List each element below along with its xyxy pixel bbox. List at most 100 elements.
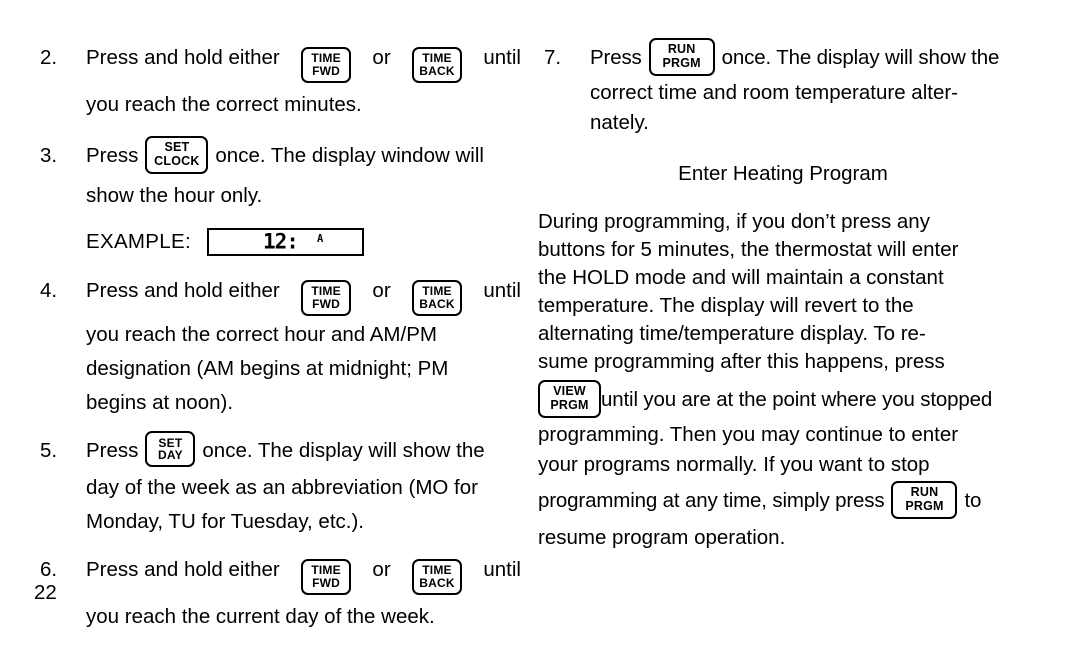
time-fwd-key-line2: FWD <box>312 575 341 590</box>
step-4-text-pre: Press and hold either <box>86 278 280 302</box>
time-fwd-key[interactable]: TIME FWD <box>301 279 352 316</box>
step-5-text-pre: Press <box>86 438 139 462</box>
step-4-line-1: Press and hold either TIME FWD or TIME B… <box>86 271 521 318</box>
step-7-number: 7. <box>544 46 562 69</box>
time-back-key-line2: BACK <box>419 63 455 78</box>
run-prgm-key-line2: PRGM <box>905 498 944 513</box>
step-6-text-pre: Press and hold either <box>86 557 280 581</box>
left-column: 2. Press and hold either TIME FWD or TIM… <box>34 38 521 648</box>
right-column: 7. Press RUN PRGM once. The display will… <box>538 37 1028 554</box>
step-6-text-mid: or <box>372 557 391 581</box>
run-prgm-key-line1: RUN <box>667 42 696 57</box>
step-3-text-post: once. The display window will <box>215 143 484 167</box>
set-clock-key-line1: SET <box>164 140 190 155</box>
step-4-text-mid: or <box>372 278 391 302</box>
step-5-line-3: Monday, TU for Tuesday, etc.). <box>86 509 365 533</box>
paragraph-line-4: temperature. The display will revert to … <box>538 294 914 317</box>
paragraph-line-6: sume programming after this happens, pre… <box>538 350 945 373</box>
run-prgm-key-line1: RUN <box>910 485 939 500</box>
set-clock-key[interactable]: SET CLOCK <box>145 135 209 174</box>
section-heading: Enter Heating Program <box>678 162 888 185</box>
page-number: 22 <box>34 581 57 604</box>
step-7-line-3: nately. <box>590 111 649 134</box>
time-back-key-line1: TIME <box>422 562 452 577</box>
step-6: 6. Press and hold either TIME FWD or TIM… <box>34 550 521 637</box>
step-7-text-post: once. The display will show the <box>721 46 1000 69</box>
time-fwd-key-line1: TIME <box>311 562 341 577</box>
time-fwd-key[interactable]: TIME FWD <box>301 46 352 83</box>
time-fwd-key-line1: TIME <box>311 51 341 65</box>
step-3-number: 3. <box>40 143 58 167</box>
programming-paragraph: During programming, if you don’t press a… <box>538 208 1028 376</box>
step-5-text-post: once. The display will show the <box>202 438 485 462</box>
step-7-body: Press RUN PRGM once. The display will sh… <box>590 37 1028 138</box>
step-4-body: Press and hold either TIME FWD or TIME B… <box>86 271 521 420</box>
resume-line-5: resume program operation. <box>538 526 786 549</box>
run-prgm-key[interactable]: RUN PRGM <box>891 480 958 519</box>
time-fwd-key-line2: FWD <box>312 63 341 78</box>
resume-line-4-pre: programming at any time, simply press <box>538 489 885 512</box>
step-3-body: Press SET CLOCK once. The display window… <box>86 135 521 216</box>
time-back-key-line2: BACK <box>419 296 455 311</box>
step-6-body: Press and hold either TIME FWD or TIME B… <box>86 550 521 637</box>
step-4: 4. Press and hold either TIME FWD or TIM… <box>34 271 521 420</box>
step-2: 2. Press and hold either TIME FWD or TIM… <box>34 38 521 125</box>
step-2-number: 2. <box>40 46 58 69</box>
view-prgm-key-line1: VIEW <box>553 384 586 399</box>
step-5-number: 5. <box>40 438 58 462</box>
step-5-line-2: day of the week as an abbreviation (MO f… <box>86 475 478 499</box>
resume-line-1-text: until you are at the point where you sto… <box>601 388 993 411</box>
time-fwd-key[interactable]: TIME FWD <box>301 558 352 595</box>
run-prgm-key-line2: PRGM <box>662 55 701 70</box>
lcd-time-value: 12: <box>262 229 299 254</box>
manual-page: 2. Press and hold either TIME FWD or TIM… <box>0 0 1080 628</box>
paragraph-line-1: During programming, if you don’t press a… <box>538 210 930 233</box>
example-label: EXAMPLE: <box>86 229 191 253</box>
resume-line-4-post: to <box>964 489 982 512</box>
time-back-key-line1: TIME <box>422 283 452 298</box>
resume-line-4: programming at any time, simply press RU… <box>538 480 1028 522</box>
step-3-text-pre: Press <box>86 143 139 167</box>
step-4-text-post: until <box>483 278 521 302</box>
step-2-line-2: you reach the correct minutes. <box>86 92 362 116</box>
step-5-body: Press SET DAY once. The display will sho… <box>86 431 521 539</box>
paragraph-line-3: the HOLD mode and will maintain a consta… <box>538 266 944 289</box>
step-4-line-4: begins at noon). <box>86 390 234 414</box>
step-3-line-2: show the hour only. <box>86 183 263 207</box>
step-2-text-pre: Press and hold either <box>86 46 280 69</box>
run-prgm-key[interactable]: RUN PRGM <box>648 37 715 76</box>
step-3: 3. Press SET CLOCK once. The display win… <box>34 135 521 216</box>
example-row: EXAMPLE: 12: A <box>34 225 521 259</box>
time-back-key[interactable]: TIME BACK <box>412 279 462 316</box>
step-5: 5. Press SET DAY once. The display will … <box>34 431 521 539</box>
lcd-display-window: 12: A <box>206 227 364 256</box>
set-day-key[interactable]: SET DAY <box>145 431 196 468</box>
step-6-line-1: Press and hold either TIME FWD or TIME B… <box>86 550 521 597</box>
step-4-line-3: designation (AM begins at midnight; PM <box>86 356 449 380</box>
view-prgm-key-line2: PRGM <box>550 397 589 412</box>
set-clock-key-line2: CLOCK <box>154 153 200 168</box>
resume-line-3: your programs normally. If you want to s… <box>538 453 930 476</box>
lcd-ampm-indicator: A <box>316 232 324 245</box>
resume-line-2: programming. Then you may continue to en… <box>538 423 959 446</box>
step-7-text-pre: Press <box>590 46 642 69</box>
time-back-key-line1: TIME <box>422 51 452 65</box>
paragraph-line-2: buttons for 5 minutes, the thermostat wi… <box>538 238 959 261</box>
step-7-line-2: correct time and room temperature alter- <box>590 81 958 104</box>
resume-paragraph: VIEW PRGM until you are at the point whe… <box>538 379 1028 554</box>
time-back-key[interactable]: TIME BACK <box>412 46 462 83</box>
time-fwd-key-line1: TIME <box>311 283 341 298</box>
time-back-key[interactable]: TIME BACK <box>412 558 462 595</box>
step-3-line-1: Press SET CLOCK once. The display window… <box>86 135 521 176</box>
step-2-text-mid: or <box>372 46 391 69</box>
step-7: 7. Press RUN PRGM once. The display will… <box>538 37 1028 138</box>
view-prgm-key[interactable]: VIEW PRGM <box>538 379 601 418</box>
step-4-number: 4. <box>40 278 58 302</box>
step-7-line-1: Press RUN PRGM once. The display will sh… <box>590 37 1028 78</box>
step-2-line-1: Press and hold either TIME FWD or TIME B… <box>86 38 521 85</box>
time-back-key-line2: BACK <box>419 575 455 590</box>
resume-line-1: VIEW PRGM until you are at the point whe… <box>538 379 1028 420</box>
paragraph-line-5: alternating time/temperature display. To… <box>538 322 926 345</box>
step-5-line-1: Press SET DAY once. The display will sho… <box>86 431 521 471</box>
step-2-body: Press and hold either TIME FWD or TIME B… <box>86 38 521 125</box>
